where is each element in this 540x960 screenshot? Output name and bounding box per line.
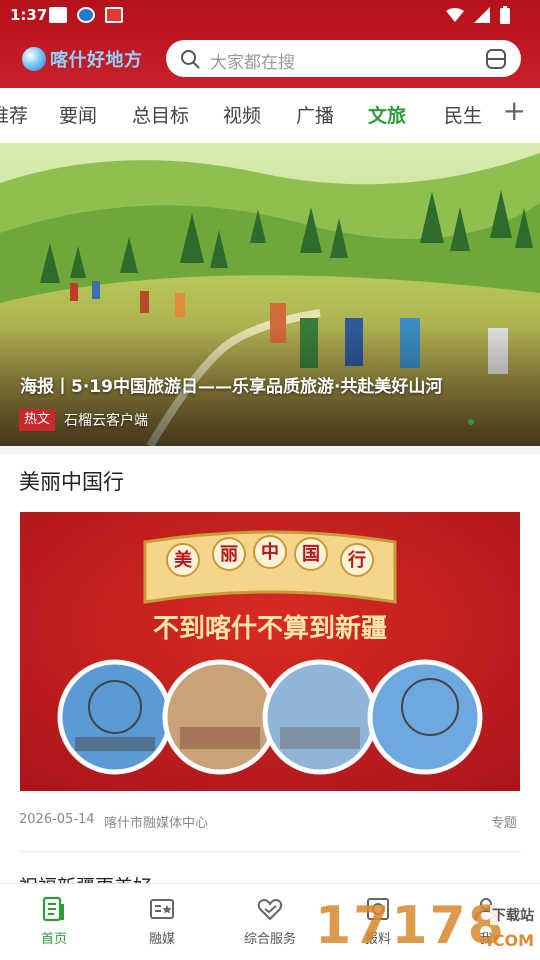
notification-icon [49, 7, 67, 23]
tab-livelihood[interactable]: 民生 [444, 101, 482, 128]
logo-mark-icon [22, 47, 46, 71]
site-watermark: 17178 下载站 .COM [315, 893, 540, 960]
banner-char: 丽 [220, 544, 238, 565]
media-icon [150, 899, 174, 919]
banner-char: 美 [174, 549, 192, 571]
app-header: 1:37 喀什好地方 大家都在搜 [0, 0, 540, 88]
hero-source: 石榴云客户端 [64, 413, 148, 429]
add-channel-icon[interactable]: + [503, 97, 526, 125]
nav-home[interactable]: 首页 [14, 884, 94, 960]
app-screen: 1:37 喀什好地方 大家都在搜 荐 要闻 总目标 视频 广播 文旅 民生 + … [0, 0, 540, 960]
watermark-number: 17178 [315, 896, 506, 956]
banner-char: 行 [347, 549, 366, 571]
hero-title[interactable]: 海报丨5·19中国旅游日——乐享品质旅游·共赴美好山河 [20, 372, 520, 397]
nav-media-label: 融媒 [148, 932, 175, 947]
topic-label: 专题 [490, 816, 517, 831]
logo-text: 喀什好地方 [50, 50, 143, 71]
app-notification-icon [105, 7, 123, 23]
status-right-icons [446, 6, 510, 24]
topic-banner-graphic: 美 丽 中 国 行 不到喀什不算到新疆 [20, 512, 520, 791]
banner-slogan: 不到喀什不算到新疆 [153, 613, 387, 644]
list-divider [19, 851, 521, 852]
download-icon [77, 7, 95, 23]
search-placeholder: 大家都在搜 [210, 53, 295, 73]
nav-home-label: 首页 [40, 932, 67, 947]
tab-radio[interactable]: 广播 [296, 101, 334, 128]
status-bar: 1:37 [0, 0, 540, 30]
hero-illustration [0, 143, 540, 446]
nav-services[interactable]: 综合服务 [230, 884, 310, 960]
nav-services-label: 综合服务 [243, 932, 296, 947]
watermark-suffix: .COM [486, 931, 534, 950]
search-bar[interactable]: 大家都在搜 [166, 40, 521, 77]
tab-video[interactable]: 视频 [223, 101, 261, 128]
watermark-download: 下载站 [490, 905, 536, 925]
nav-media[interactable]: 融媒 [122, 884, 202, 960]
channel-tabs: 推荐 要闻 总目标 视频 广播 文旅 民生 + [0, 88, 540, 142]
carousel-indicator [468, 419, 474, 425]
signal-icon [474, 7, 490, 23]
wifi-icon [446, 8, 464, 22]
status-time: 1:37 [10, 6, 48, 24]
tab-news[interactable]: 要闻 [59, 101, 97, 128]
article-source: 喀什市融媒体中心 [104, 816, 209, 831]
app-logo[interactable]: 喀什好地方 [22, 44, 143, 74]
banner-char: 中 [261, 541, 279, 563]
hot-tag-badge: 热文 [19, 409, 56, 431]
topic-banner[interactable]: 美 丽 中 国 行 不到喀什不算到新疆 [20, 512, 520, 791]
section-divider [0, 446, 540, 454]
hero-banner[interactable] [0, 143, 540, 446]
section-title[interactable]: 美丽中国行 [19, 466, 124, 496]
tab-goal[interactable]: 总目标 [132, 101, 189, 128]
battery-icon [500, 6, 510, 24]
heart-service-icon [257, 899, 283, 921]
banner-char: 国 [302, 544, 320, 565]
article-date: 2026-05-14 [19, 812, 95, 827]
tab-recommend[interactable]: 推荐 [0, 101, 28, 128]
home-news-icon [42, 896, 64, 922]
search-icon [181, 50, 200, 69]
tab-culture-tourism[interactable]: 文旅 [368, 101, 406, 128]
scan-icon[interactable] [485, 48, 507, 70]
